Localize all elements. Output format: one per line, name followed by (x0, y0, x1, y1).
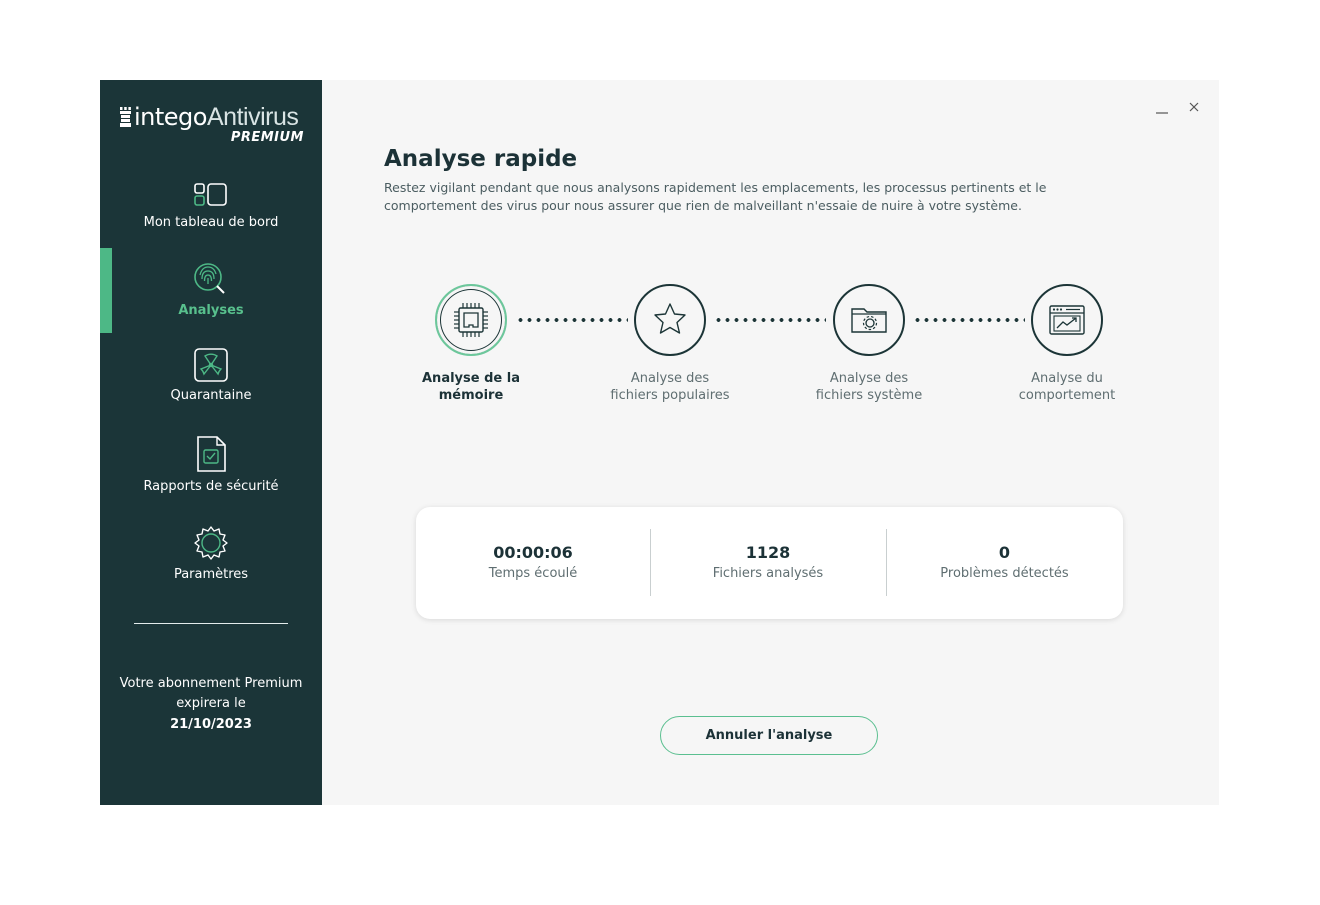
brand-word-antivirus: Antivirus (206, 103, 299, 131)
subscription-info: Votre abonnement Premium expirera le 21/… (100, 674, 322, 735)
sidebar-item-reports[interactable]: Rapports de sécurité (100, 435, 322, 494)
sidebar-item-analyses[interactable]: Analyses (100, 261, 322, 318)
sidebar-item-settings[interactable]: Paramètres (100, 525, 322, 582)
step-memory-scan: Analyse de la mémoire (391, 284, 551, 404)
sidebar-item-label: Quarantaine (170, 388, 252, 403)
page-description: Restez vigilant pendant que nous analyso… (384, 180, 1047, 213)
minimize-icon (1156, 112, 1168, 114)
subscription-text: Votre abonnement Premium expirera le (119, 676, 303, 711)
system-folder-icon (851, 308, 887, 333)
sidebar-item-label: Analyses (178, 303, 244, 318)
gear-icon (194, 526, 228, 560)
app-window: integoAntivirus PREMIUM Mon tableau de b… (100, 80, 1219, 805)
brand-word-intego: intego (134, 103, 207, 131)
page-title: Analyse rapide (384, 146, 578, 172)
rook-logo-icon (120, 107, 131, 127)
edition-label: PREMIUM (230, 130, 304, 145)
stat-label: Fichiers analysés (712, 566, 824, 581)
subscription-date: 21/10/2023 (170, 717, 252, 732)
dashboard-icon (194, 183, 227, 206)
stat-problems-detected: 0 Problèmes détectés (886, 507, 1123, 619)
sidebar-item-label: Rapports de sécurité (143, 479, 279, 494)
cancel-scan-button[interactable]: Annuler l'analyse (660, 716, 878, 755)
step-system-files: Analyse des fichiers système (789, 284, 949, 404)
step-label: Analyse des fichiers système (815, 371, 923, 403)
step-circle (1031, 284, 1103, 356)
step-circle (833, 284, 905, 356)
stat-files-scanned: 1128 Fichiers analysés (650, 507, 886, 619)
step-label: Analyse de la mémoire (422, 371, 520, 403)
sidebar: integoAntivirus PREMIUM Mon tableau de b… (100, 80, 322, 805)
sidebar-item-quarantine[interactable]: Quarantaine (100, 348, 322, 403)
step-popular-files: Analyse des fichiers populaires (590, 284, 750, 404)
close-button[interactable] (1184, 98, 1204, 118)
star-icon (654, 303, 686, 334)
fingerprint-search-icon (194, 263, 225, 294)
app-logo: integoAntivirus PREMIUM (118, 103, 308, 145)
stat-value: 1128 (745, 543, 791, 562)
step-circle (634, 284, 706, 356)
sidebar-item-dashboard[interactable]: Mon tableau de bord (100, 181, 322, 230)
sidebar-item-label: Mon tableau de bord (143, 215, 279, 230)
memory-chip-icon (454, 303, 488, 337)
behavior-chart-icon (1049, 305, 1085, 335)
close-icon (1189, 102, 1199, 112)
radiation-icon (194, 348, 228, 382)
step-circle (435, 284, 507, 356)
stat-label: Temps écoulé (488, 566, 578, 581)
report-icon (197, 436, 226, 472)
step-behavior: Analyse du comportement (987, 284, 1147, 404)
step-label: Analyse du comportement (1018, 371, 1116, 403)
stat-value: 0 (998, 543, 1011, 562)
minimize-button[interactable] (1152, 98, 1172, 118)
stat-elapsed-time: 00:00:06 Temps écoulé (416, 507, 650, 619)
brand-name: integoAntivirus (134, 103, 299, 131)
sidebar-item-label: Paramètres (173, 567, 249, 582)
sidebar-divider (134, 623, 288, 624)
scan-stats-card: 00:00:06 Temps écoulé 1128 Fichiers anal… (416, 507, 1123, 619)
stat-value: 00:00:06 (493, 543, 573, 562)
step-label: Analyse des fichiers populaires (610, 371, 730, 403)
stat-label: Problèmes détectés (940, 566, 1069, 581)
